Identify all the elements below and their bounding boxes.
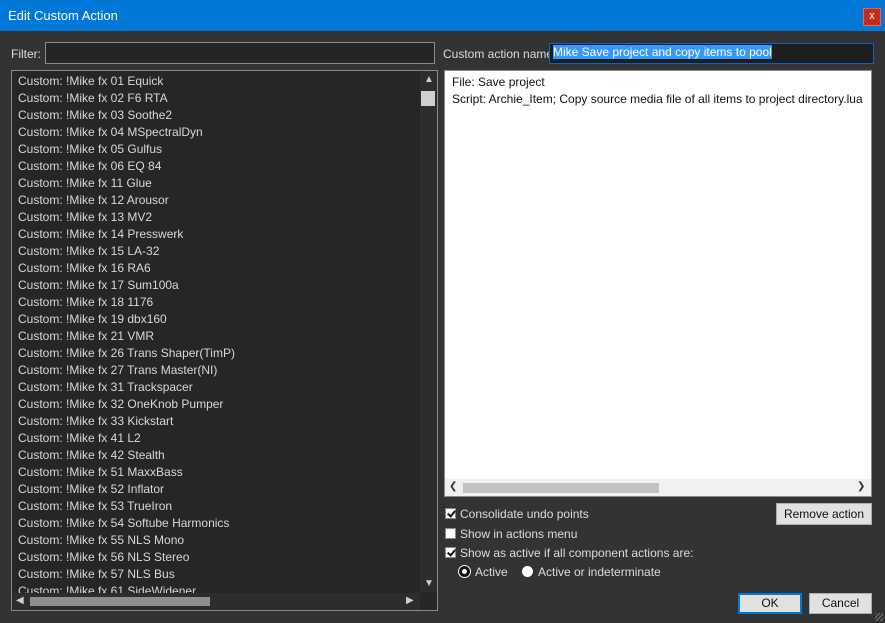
radio-active-label: Active [475,565,508,579]
scroll-right-icon[interactable]: ▶ [406,595,414,606]
list-item[interactable]: Custom: !Mike fx 41 L2 [12,430,420,447]
description-line-script: Script: Archie_Item; Copy source media f… [452,92,863,106]
list-item[interactable]: Custom: !Mike fx 33 Kickstart [12,413,420,430]
desc-scroll-right-icon[interactable]: ❯ [857,481,865,492]
show-active-label: Show as active if all component actions … [460,546,694,560]
list-item[interactable]: Custom: !Mike fx 57 NLS Bus [12,566,420,583]
remove-action-button[interactable]: Remove action [776,503,872,525]
list-item[interactable]: Custom: !Mike fx 53 TrueIron [12,498,420,515]
list-item[interactable]: Custom: !Mike fx 01 Equick [12,73,420,90]
radio-indeterminate[interactable] [522,566,533,577]
list-item[interactable]: Custom: !Mike fx 19 dbx160 [12,311,420,328]
window-title: Edit Custom Action [8,8,118,23]
consolidate-undo-checkbox[interactable] [445,508,456,519]
list-item[interactable]: Custom: !Mike fx 21 VMR [12,328,420,345]
show-active-checkbox[interactable] [445,547,456,558]
list-item[interactable]: Custom: !Mike fx 02 F6 RTA [12,90,420,107]
cancel-button[interactable]: Cancel [809,593,872,614]
list-item[interactable]: Custom: !Mike fx 11 Glue [12,175,420,192]
list-item[interactable]: Custom: !Mike fx 14 Presswerk [12,226,420,243]
scroll-left-icon[interactable]: ◀ [16,595,24,606]
list-item[interactable]: Custom: !Mike fx 16 RA6 [12,260,420,277]
radio-active[interactable] [459,566,470,577]
show-in-menu-label: Show in actions menu [460,527,578,541]
list-hscroll-thumb[interactable] [30,597,210,606]
action-list-items: Custom: !Mike fx 01 Equick Custom: !Mike … [12,73,420,600]
desc-hscroll-thumb[interactable] [463,483,659,493]
list-item[interactable]: Custom: !Mike fx 13 MV2 [12,209,420,226]
list-item[interactable]: Custom: !Mike fx 54 Softube Harmonics [12,515,420,532]
list-item[interactable]: Custom: !Mike fx 26 Trans Shaper(TimP) [12,345,420,362]
ok-button[interactable]: OK [738,593,802,614]
action-list[interactable]: Custom: !Mike fx 01 Equick Custom: !Mike … [11,70,438,611]
desc-scroll-left-icon[interactable]: ❮ [449,481,457,492]
list-item[interactable]: Custom: !Mike fx 06 EQ 84 [12,158,420,175]
description-line-file: File: Save project [452,75,545,89]
list-item[interactable]: Custom: !Mike fx 42 Stealth [12,447,420,464]
custom-name-input[interactable]: Mike Save project and copy items to pool [549,43,874,64]
scroll-down-icon[interactable]: ▼ [424,578,434,589]
list-item[interactable]: Custom: !Mike fx 55 NLS Mono [12,532,420,549]
list-item[interactable]: Custom: !Mike fx 17 Sum100a [12,277,420,294]
list-item[interactable]: Custom: !Mike fx 31 Trackspacer [12,379,420,396]
list-item[interactable]: Custom: !Mike fx 52 Inflator [12,481,420,498]
close-icon[interactable]: x [863,8,881,26]
list-item[interactable]: Custom: !Mike fx 27 Trans Master(NI) [12,362,420,379]
list-vertical-scrollbar[interactable]: ▲ ▼ [420,71,437,592]
resize-grip-icon[interactable] [875,613,883,621]
list-item[interactable]: Custom: !Mike fx 18 1176 [12,294,420,311]
action-description: File: Save project Script: Archie_Item; … [444,70,872,497]
consolidate-undo-label: Consolidate undo points [460,507,589,521]
radio-indeterminate-label: Active or indeterminate [538,565,661,579]
filter-input[interactable] [45,42,435,64]
list-item[interactable]: Custom: !Mike fx 15 LA-32 [12,243,420,260]
title-bar: Edit Custom Action x [0,0,885,31]
list-horizontal-scrollbar[interactable]: ◀ ▶ [12,593,420,610]
show-in-menu-checkbox[interactable] [445,528,456,539]
list-item[interactable]: Custom: !Mike fx 56 NLS Stereo [12,549,420,566]
list-item[interactable]: Custom: !Mike fx 04 MSpectralDyn [12,124,420,141]
list-item[interactable]: Custom: !Mike fx 03 Soothe2 [12,107,420,124]
list-item[interactable]: Custom: !Mike fx 32 OneKnob Pumper [12,396,420,413]
description-horizontal-scrollbar[interactable]: ❮ ❯ [445,479,871,496]
filter-label: Filter: [11,47,41,61]
scroll-up-icon[interactable]: ▲ [424,74,434,85]
list-vscroll-thumb[interactable] [421,91,435,106]
list-item[interactable]: Custom: !Mike fx 05 Gulfus [12,141,420,158]
list-item[interactable]: Custom: !Mike fx 51 MaxxBass [12,464,420,481]
custom-name-label: Custom action name: [443,47,557,61]
list-item[interactable]: Custom: !Mike fx 12 Arousor [12,192,420,209]
